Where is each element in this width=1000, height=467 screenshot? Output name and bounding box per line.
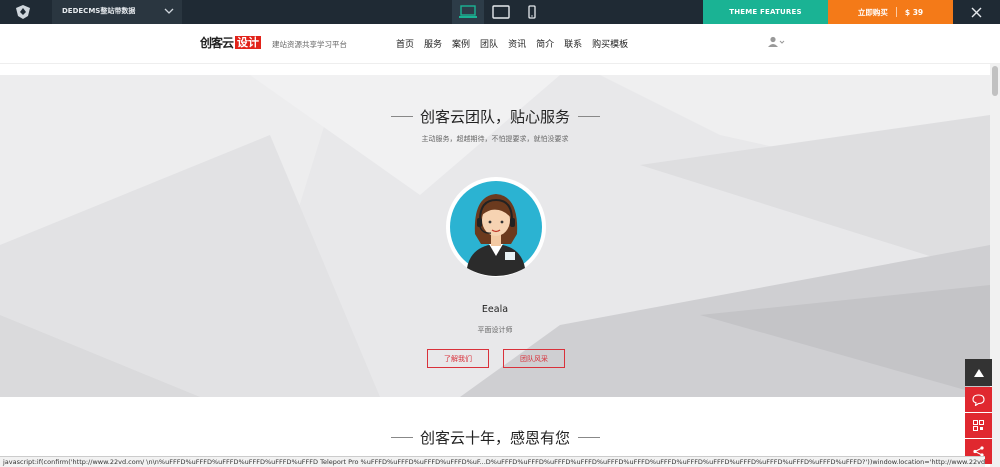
team-section-subtitle: 主动服务，超越期待，不怕提要求，就怕没要求 [421,135,569,143]
theme-features-label: THEME FEATURES [729,8,802,16]
nav-item-contact[interactable]: 联系 [564,37,582,50]
nav-item-about[interactable]: 简介 [536,37,554,50]
buy-now-button[interactable]: 立即购买 $ 39 [828,0,953,24]
arrow-up-icon [973,368,984,377]
brand-text: 创客云 [200,36,234,50]
online-chat-button[interactable] [965,387,992,412]
site-tagline: 建站资源共享学习平台 [272,40,347,49]
close-button[interactable] [953,0,1000,24]
qrcode-button[interactable] [965,413,992,438]
nav-item-buy-template[interactable]: 购买模板 [592,37,628,50]
back-to-top-button[interactable] [965,359,992,386]
buy-now-label: 立即购买 [857,7,888,17]
team-member-role: 平面设计师 [477,326,513,334]
desktop-icon [459,5,477,18]
anniversary-title: 创客云十年，感恩有您 [419,429,570,447]
team-style-button[interactable]: 团队风采 [503,349,565,368]
team-member-avatar [446,177,546,277]
price-label: $ 39 [904,7,924,17]
title-line-right [578,116,600,117]
mobile-icon [528,5,536,19]
nav-item-team[interactable]: 团队 [480,37,498,50]
shield-logo-icon [16,5,30,19]
anniversary-line-right [578,437,600,438]
site-logo[interactable]: 创客云 设计 [200,34,262,51]
tablet-view-button[interactable] [485,0,517,24]
browser-status-bar: javascript:if(confirm('http://www.22vd.c… [0,456,985,467]
chevron-down-icon [164,8,174,14]
desktop-view-button[interactable] [452,0,484,24]
theme-topbar: DEDECMS整站带数据 THEME FEATURES 立即购买 $ 39 [0,0,1000,24]
about-us-label: 了解我们 [444,354,472,363]
team-style-label: 团队风采 [520,354,548,363]
tablet-icon [492,5,510,19]
about-us-button[interactable]: 了解我们 [427,349,489,368]
qrcode-icon [973,420,984,431]
theme-name: DEDECMS整站带数据 [62,7,136,15]
status-url-text: javascript:if(confirm('http://www.22vd.c… [3,458,985,466]
chat-icon [972,393,985,406]
user-menu-icon[interactable] [767,36,785,48]
theme-select[interactable]: DEDECMS整站带数据 [52,0,182,24]
nav-item-services[interactable]: 服务 [424,37,442,50]
main-nav: 首页 服务 案例 团队 资讯 简介 联系 购买模板 [396,37,638,50]
theme-features-button[interactable]: THEME FEATURES [703,0,828,24]
close-icon [971,7,982,17]
mobile-view-button[interactable] [516,0,548,24]
brand-highlight: 设计 [235,36,262,49]
title-line-left [391,116,413,117]
nav-item-cases[interactable]: 案例 [452,37,470,50]
site-header: 创客云 设计 建站资源共享学习平台 首页 服务 案例 团队 资讯 简介 联系 购… [0,24,1000,64]
nav-item-home[interactable]: 首页 [396,37,414,50]
nav-item-news[interactable]: 资讯 [508,37,526,50]
team-section-title: 创客云团队，贴心服务 [419,108,570,126]
team-member-name: Eeala [481,304,509,315]
buy-separator [895,7,897,17]
scrollbar-thumb[interactable] [992,66,998,96]
anniversary-line-left [391,437,413,438]
